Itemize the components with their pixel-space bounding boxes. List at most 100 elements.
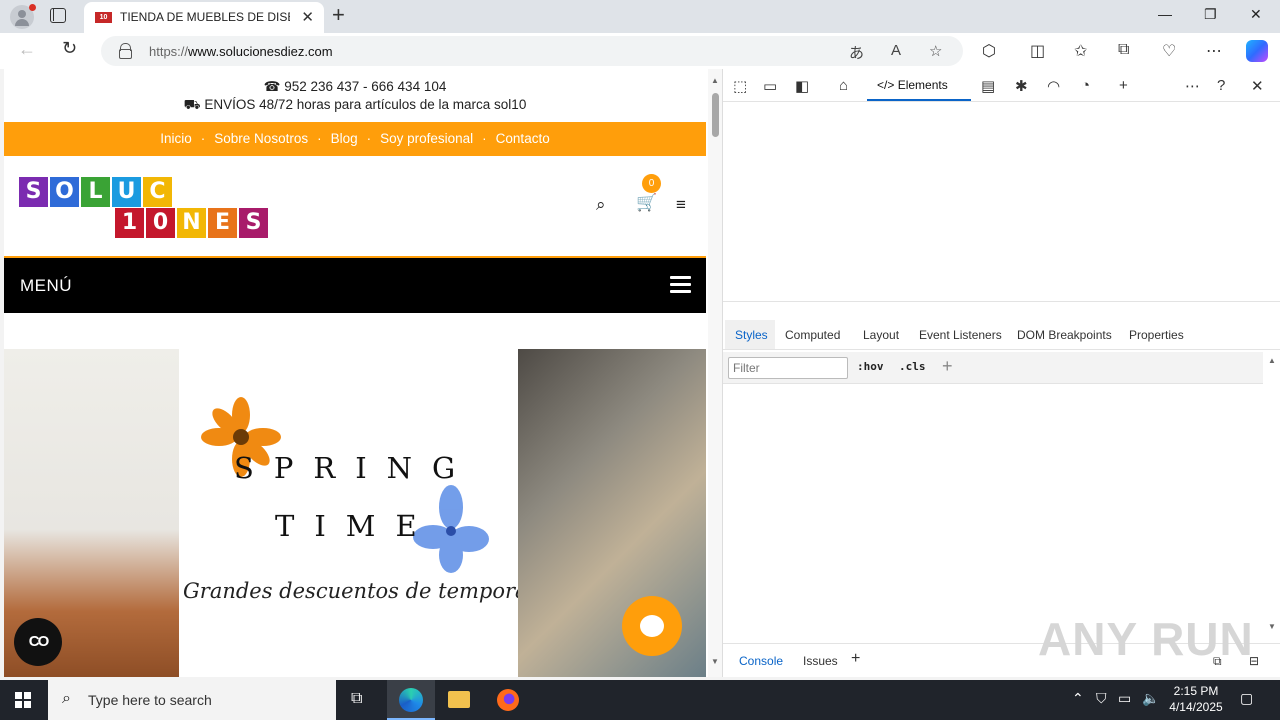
back-arrow-icon[interactable]: ←	[18, 39, 36, 60]
task-view-icon[interactable]: ⧉	[336, 680, 384, 720]
cookie-settings-button[interactable]: CO	[14, 618, 62, 666]
performance-icon[interactable]: ◔	[1081, 77, 1090, 94]
scroll-up-icon[interactable]: ▲	[711, 76, 719, 85]
subtab-properties[interactable]: Properties	[1129, 328, 1184, 342]
cart-icon[interactable]: 🛒	[636, 193, 657, 213]
shipping-notice: ⛟ ENVÍOS 48/72 horas para artículos de l…	[183, 97, 527, 112]
site-logo[interactable]: S O L U C 1 0 N E S	[19, 177, 271, 239]
site-favicon-icon: 10	[95, 12, 112, 23]
chat-button[interactable]	[622, 596, 682, 656]
help-icon[interactable]: ?	[1217, 77, 1225, 94]
edge-taskbar-icon[interactable]	[387, 680, 435, 720]
spring-banner[interactable]: SPRING TIME Grandes descuentos de tempor…	[4, 349, 706, 677]
restore-icon[interactable]: ❐	[1204, 6, 1217, 23]
volume-icon[interactable]: 🔈	[1142, 690, 1159, 707]
copilot-icon[interactable]	[1246, 40, 1268, 62]
drawer-tab-issues[interactable]: Issues	[803, 654, 838, 668]
nav-link-contacto[interactable]: Contacto	[496, 131, 550, 146]
favorite-star-icon[interactable]: ☆	[929, 42, 942, 60]
translate-icon[interactable]: あ	[849, 42, 864, 63]
nav-link-sobre-nosotros[interactable]: Sobre Nosotros	[214, 131, 308, 146]
tab-actions-icon[interactable]	[50, 8, 66, 23]
tray-chevron-icon[interactable]: ⌃	[1072, 690, 1084, 707]
devtools-panel: ⬚ ▭ ◧ ⌂ </> Elements ▤ ✱ ◠ ◔ + ⋯ ? ✕ Sty…	[722, 69, 1280, 677]
devtools-close-icon[interactable]: ✕	[1251, 77, 1264, 95]
scroll-down-icon[interactable]: ▼	[711, 657, 719, 666]
extensions-icon[interactable]: ⬡	[982, 41, 996, 61]
system-clock[interactable]: 2:15 PM 4/14/2025	[1164, 683, 1228, 715]
page-scrollbar[interactable]: ▲ ▼	[708, 69, 722, 677]
drawer-tab-console[interactable]: Console	[739, 654, 783, 668]
window-close-icon[interactable]: ✕	[1250, 6, 1262, 23]
phone-numbers: ☎ 952 236 437 - 666 434 104	[263, 79, 447, 94]
sources-bug-icon[interactable]: ✱	[1015, 77, 1028, 95]
subtab-dom-breakpoints[interactable]: DOM Breakpoints	[1017, 328, 1112, 342]
new-tab-button[interactable]: +	[332, 4, 345, 26]
new-style-rule-icon[interactable]: +	[942, 356, 953, 377]
collections-icon[interactable]: ⧉	[1118, 41, 1129, 59]
inspect-icon[interactable]: ⬚	[733, 77, 747, 95]
search-magnifier-icon: ⌕	[62, 690, 71, 707]
styles-scroll-down-icon[interactable]: ▼	[1268, 622, 1276, 631]
banner-line1: SPRING	[234, 451, 476, 485]
browser-essentials-icon[interactable]: ♡	[1162, 41, 1176, 61]
drawer-add-icon[interactable]: +	[851, 650, 860, 668]
anyrun-watermark: ANY RUN	[1038, 613, 1254, 665]
more-menu-icon[interactable]: ⋯	[1206, 41, 1222, 61]
cls-toggle[interactable]: .cls	[899, 360, 926, 373]
menu-bar[interactable]: MENÚ	[4, 256, 706, 313]
read-aloud-icon[interactable]: A	[891, 42, 901, 59]
banner-text-panel: SPRING TIME Grandes descuentos de tempor…	[179, 349, 554, 677]
minimize-icon[interactable]: —	[1158, 6, 1172, 22]
devtools-more-icon[interactable]: ⋯	[1185, 77, 1200, 95]
subtab-styles[interactable]: Styles	[735, 328, 768, 342]
windows-start-icon[interactable]	[15, 692, 31, 708]
banner-line2: TIME	[275, 509, 437, 543]
styles-scroll-up-icon[interactable]: ▲	[1268, 356, 1276, 365]
profile-avatar-icon[interactable]	[10, 4, 36, 29]
styles-filter-input[interactable]: Filter	[728, 357, 848, 379]
styles-scrollbar[interactable]: ▲ ▼	[1263, 352, 1280, 642]
clock-time: 2:15 PM	[1173, 684, 1219, 698]
dom-tree[interactable]	[723, 102, 1280, 302]
search-icon[interactable]: ⌕	[596, 195, 606, 215]
banner-tagline: Grandes descuentos de temporada	[183, 579, 554, 603]
more-tools-plus-icon[interactable]: +	[1119, 77, 1128, 94]
cart-count-badge: 0	[642, 174, 661, 193]
lock-icon[interactable]	[119, 43, 132, 59]
firefox-icon[interactable]	[484, 680, 532, 720]
nav-link-soy-profesional[interactable]: Soy profesional	[380, 131, 473, 146]
taskbar-search[interactable]: ⌕ Type here to search	[48, 680, 336, 720]
browser-toolbar: ← ↻ https://www.solucionesdiez.com あ A ☆…	[0, 33, 1280, 69]
tab-elements[interactable]: </> Elements	[867, 69, 971, 101]
tray-security-icon[interactable]: ⛉	[1096, 690, 1107, 707]
split-screen-icon[interactable]: ◫	[1030, 41, 1045, 61]
scroll-thumb[interactable]	[712, 93, 719, 137]
console-tab-icon[interactable]: ▤	[981, 77, 995, 95]
dock-side-icon[interactable]: ◧	[795, 77, 809, 95]
favorites-icon[interactable]: ✩	[1074, 41, 1087, 61]
browser-tab-active[interactable]: 10 TIENDA DE MUEBLES DE DISEÑO ✕	[84, 2, 324, 33]
subtab-computed[interactable]: Computed	[785, 328, 840, 342]
device-emulation-icon[interactable]: ▭	[763, 77, 777, 95]
network-icon[interactable]: ▭	[1118, 690, 1131, 707]
hamburger-icon[interactable]: ≡	[676, 195, 686, 215]
tab-close-icon[interactable]: ✕	[301, 8, 314, 26]
top-navigation: Inicio · Sobre Nosotros · Blog · Soy profesion…	[4, 122, 706, 156]
subtab-layout[interactable]: Layout	[863, 328, 899, 342]
network-wifi-icon[interactable]: ◠	[1047, 77, 1060, 95]
top-info: ☎ 952 236 437 - 666 434 104 ⛟ ENVÍOS 48/…	[4, 78, 706, 114]
notifications-icon[interactable]: ▢	[1240, 690, 1253, 707]
nav-link-inicio[interactable]: Inicio	[160, 131, 192, 146]
hov-toggle[interactable]: :hov	[857, 360, 884, 373]
url-text[interactable]: https://www.solucionesdiez.com	[149, 44, 333, 59]
address-bar[interactable]: https://www.solucionesdiez.com あ A ☆	[101, 36, 963, 66]
file-explorer-icon[interactable]	[435, 680, 483, 720]
styles-subtabs: Styles Computed Layout Event Listeners D…	[723, 320, 1280, 350]
reload-icon[interactable]: ↻	[62, 38, 77, 59]
nav-link-blog[interactable]: Blog	[331, 131, 358, 146]
taskbar-search-placeholder: Type here to search	[88, 692, 212, 708]
subtab-event-listeners[interactable]: Event Listeners	[919, 328, 1002, 342]
menu-hamburger-icon[interactable]	[670, 276, 691, 293]
welcome-home-icon[interactable]: ⌂	[839, 77, 848, 94]
